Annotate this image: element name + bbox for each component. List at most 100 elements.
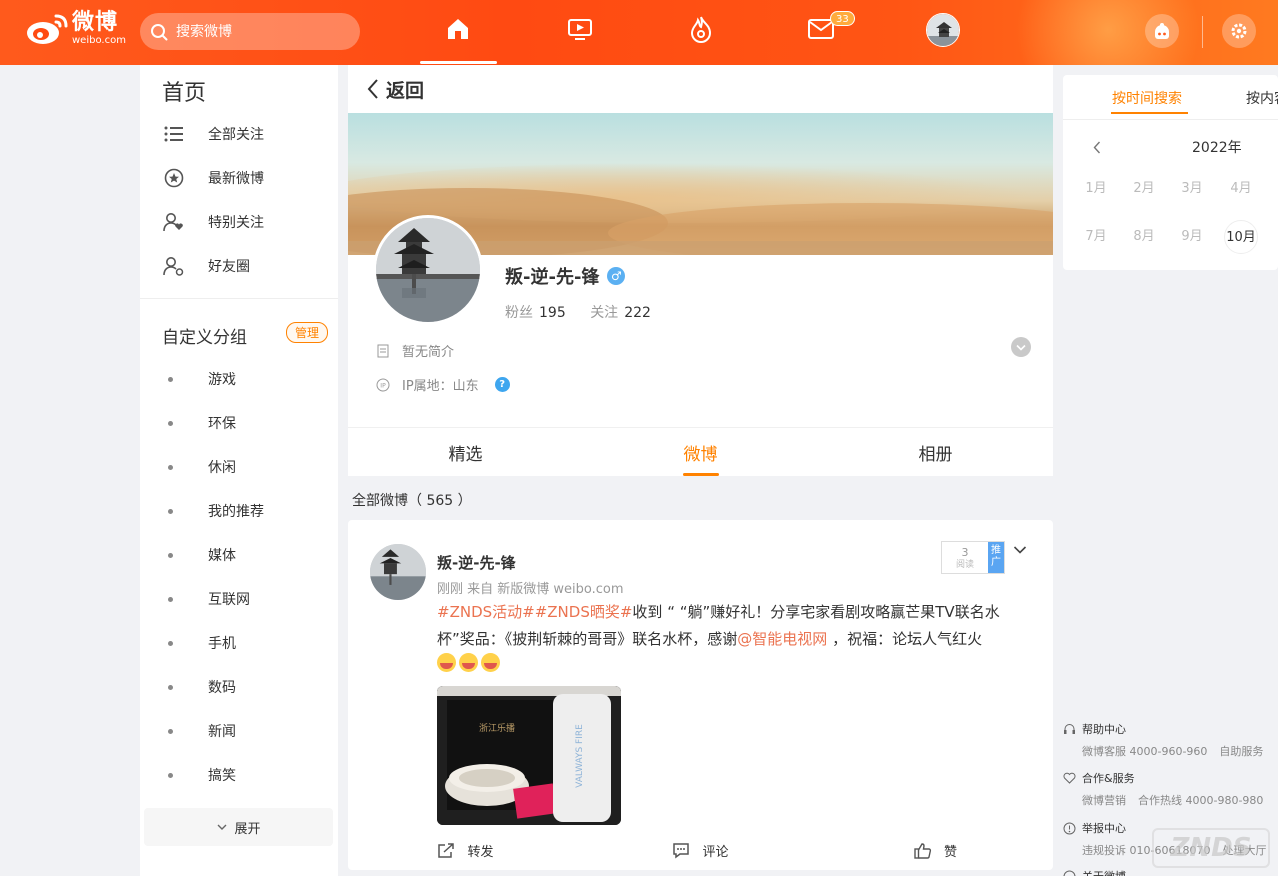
read-label: 阅读 xyxy=(955,560,974,570)
footer-report-title[interactable]: 举报中心 xyxy=(1082,820,1126,836)
sidebar-item-latest[interactable]: 最新微博 xyxy=(162,163,264,193)
prev-year-button[interactable] xyxy=(1093,139,1101,158)
comment-icon xyxy=(672,842,690,859)
group-item[interactable]: 我的推荐 xyxy=(168,499,264,523)
manage-groups-button[interactable]: 管理 xyxy=(286,322,329,343)
fans-label: 粉丝 xyxy=(505,305,533,321)
avatar[interactable] xyxy=(926,13,960,47)
sidebar-item-label: 特别关注 xyxy=(208,215,264,231)
group-label: 数码 xyxy=(208,680,236,696)
chevron-down-icon xyxy=(1016,344,1026,351)
footer-link[interactable]: 微博营销 xyxy=(1082,794,1126,807)
sidebar-item-special[interactable]: 特别关注 xyxy=(162,207,264,237)
tab-search-by-time[interactable]: 按时间搜索 xyxy=(1112,88,1182,108)
footer-coop-title[interactable]: 合作&服务 xyxy=(1082,770,1135,786)
like-icon xyxy=(914,842,932,859)
help-icon[interactable]: ? xyxy=(494,377,510,392)
read-count-box[interactable]: 3 阅读 推广 xyxy=(941,541,1005,574)
box-logo-text: 浙江乐播 xyxy=(479,722,515,734)
profile-bio: 暂无简介 xyxy=(376,341,454,360)
footer-link[interactable]: 微博客服 4000-960-960 xyxy=(1082,745,1207,758)
sidebar-item-friends[interactable]: 好友圈 xyxy=(162,251,250,281)
group-item[interactable]: 环保 xyxy=(168,411,236,435)
footer-link[interactable]: 合作热线 4000-980-980 xyxy=(1138,794,1263,807)
sidebar-item-label: 最新微博 xyxy=(208,171,264,187)
month-item-selected[interactable]: 10月 xyxy=(1224,220,1258,254)
search-input[interactable] xyxy=(176,23,336,40)
expand-groups-button[interactable]: 展开 xyxy=(144,808,333,846)
nav-active-indicator xyxy=(420,61,497,64)
svg-text:IP: IP xyxy=(380,382,386,389)
post-menu-button[interactable] xyxy=(1013,540,1027,559)
month-item[interactable]: 3月 xyxy=(1175,172,1209,206)
header-divider xyxy=(1202,16,1203,48)
search-box[interactable] xyxy=(140,13,360,50)
game-button[interactable] xyxy=(1145,14,1179,48)
group-item[interactable]: 游戏 xyxy=(168,367,236,391)
month-item[interactable]: 4月 xyxy=(1224,172,1258,206)
tab-weibo[interactable]: 微博 xyxy=(583,428,818,476)
month-item[interactable]: 7月 xyxy=(1079,220,1113,254)
chevron-left-icon xyxy=(1093,141,1101,154)
sidebar-divider xyxy=(140,298,338,299)
month-item[interactable]: 1月 xyxy=(1079,172,1113,206)
group-item[interactable]: 互联网 xyxy=(168,587,250,611)
user-friends-icon xyxy=(162,256,186,276)
footer-about-title[interactable]: 关于微博 xyxy=(1082,868,1126,876)
post-avatar[interactable] xyxy=(370,544,426,600)
group-label: 互联网 xyxy=(208,592,250,608)
group-title: 自定义分组 xyxy=(162,328,247,348)
settings-button[interactable] xyxy=(1222,14,1256,48)
group-item[interactable]: 手机 xyxy=(168,631,236,655)
post-actions: 转发 评论 赞 xyxy=(348,830,1053,870)
back-button[interactable]: 返回 xyxy=(348,65,1053,113)
footer-help-title[interactable]: 帮助中心 xyxy=(1082,721,1126,737)
profile-name-row: 叛-逆-先-锋 ♂ xyxy=(505,263,626,289)
group-item[interactable]: 搞笑 xyxy=(168,763,236,787)
nav-hot[interactable] xyxy=(686,14,716,44)
video-icon xyxy=(568,19,592,40)
like-button[interactable]: 赞 xyxy=(818,830,1053,870)
month-item[interactable]: 9月 xyxy=(1175,220,1209,254)
mention-link[interactable]: @智能电视网 xyxy=(737,630,827,648)
month-item[interactable]: 2月 xyxy=(1127,172,1161,206)
post-count: 全部微博（ 565 ） xyxy=(352,493,472,509)
profile-avatar[interactable] xyxy=(373,215,483,325)
repost-button[interactable]: 转发 xyxy=(348,830,583,870)
fans-count[interactable]: 195 xyxy=(539,305,566,321)
profile-card: 叛-逆-先-锋 ♂ 粉丝 195 关注 222 暂无简介 IP IP属地：山东 ? xyxy=(348,215,1053,427)
laugh-cry-emoji-icon xyxy=(459,653,478,672)
weibo-logo[interactable]: 微博 weibo.com xyxy=(26,12,126,46)
heart-icon xyxy=(1063,772,1076,784)
group-label: 游戏 xyxy=(208,372,236,388)
footer-help: 帮助中心 微博客服 4000-960-960 自助服务 xyxy=(1063,721,1275,759)
nav-home[interactable] xyxy=(443,14,473,44)
expand-profile-button[interactable] xyxy=(1011,337,1031,357)
profile-ip: IP IP属地：山东 ? xyxy=(376,375,510,394)
post-author[interactable]: 叛-逆-先-锋 xyxy=(437,552,516,573)
weibo-eye-icon xyxy=(26,12,70,46)
logo-text: 微博 xyxy=(72,10,119,35)
comment-button[interactable]: 评论 xyxy=(583,830,818,870)
post-image[interactable]: 浙江乐播 VALWAYS FIRE xyxy=(437,686,621,825)
search-icon xyxy=(151,23,168,40)
tab-album[interactable]: 相册 xyxy=(818,428,1053,476)
game-icon xyxy=(1155,23,1169,39)
sidebar-item-all-follow[interactable]: 全部关注 xyxy=(162,119,264,149)
follow-count[interactable]: 222 xyxy=(624,305,651,321)
group-item[interactable]: 新闻 xyxy=(168,719,236,743)
footer-link[interactable]: 自助服务 xyxy=(1219,745,1263,758)
male-icon: ♂ xyxy=(607,267,626,285)
tab-search-by-content[interactable]: 按内容 xyxy=(1246,88,1278,108)
topic-link[interactable]: #ZNDS活动##ZNDS晒奖# xyxy=(437,603,632,621)
group-item[interactable]: 数码 xyxy=(168,675,236,699)
top-navbar: 微博 weibo.com 33 xyxy=(0,0,1278,65)
ip-text: IP属地：山东 xyxy=(402,379,479,394)
chevron-down-icon xyxy=(1013,546,1027,554)
group-item[interactable]: 休闲 xyxy=(168,455,236,479)
month-item[interactable]: 8月 xyxy=(1127,220,1161,254)
nav-video[interactable] xyxy=(565,14,595,44)
tab-featured[interactable]: 精选 xyxy=(348,428,583,476)
promote-label[interactable]: 推广 xyxy=(988,542,1004,573)
group-item[interactable]: 媒体 xyxy=(168,543,236,567)
